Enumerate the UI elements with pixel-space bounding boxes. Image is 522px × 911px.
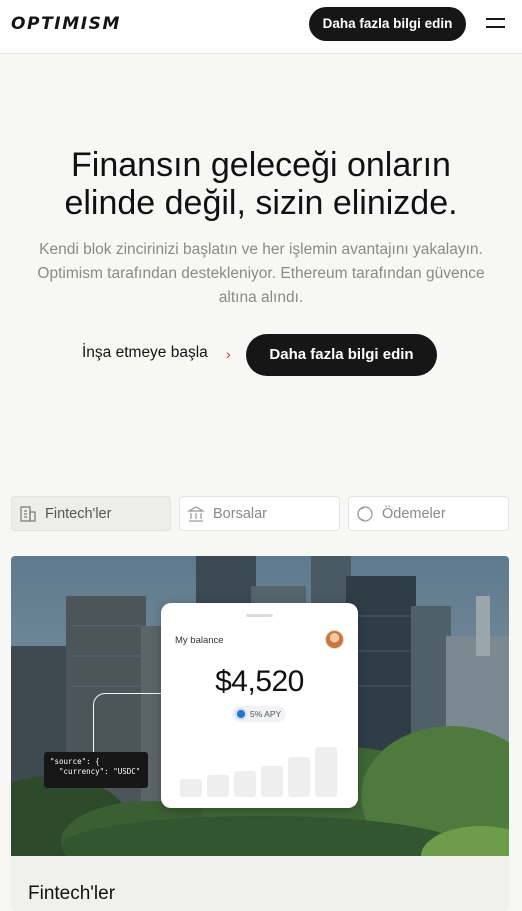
hero-subtitle-line: Optimism tarafından destekleniyor. Ether… (37, 265, 485, 282)
code-snippet: "source": { "currency": "USDC" (44, 752, 148, 788)
balance-bar (288, 757, 310, 797)
tab-label: Ödemeler (382, 506, 446, 522)
tab-label: Borsalar (213, 506, 267, 522)
balance-bar (180, 779, 202, 797)
balance-value: $4,520 (215, 665, 304, 698)
tab-payments[interactable]: Ödemeler (348, 496, 509, 531)
bank-icon (187, 506, 205, 522)
menu-line (486, 18, 505, 20)
balance-phone-mockup: My balance $4,520 5% APY (161, 603, 358, 808)
tab-exchanges[interactable]: Borsalar (179, 496, 340, 531)
balance-bar (234, 771, 256, 797)
chevron-right-icon[interactable]: › (226, 346, 231, 362)
code-line: "source": { (50, 757, 100, 766)
usdc-coin-icon (235, 708, 247, 720)
hero-title-line: Finansın geleceği onların (71, 146, 451, 184)
start-building-link[interactable]: İnşa etmeye başla (82, 344, 208, 362)
hero-subtitle-line: Kendi blok zincirinizi başlatın ve her i… (39, 241, 483, 258)
balance-bar (315, 747, 337, 797)
coin-icon (357, 506, 373, 522)
apy-text: 5% APY (250, 709, 282, 719)
card-title: Fintech'ler (28, 883, 116, 904)
balance-bar (261, 766, 283, 797)
site-header: OPTIMISM Daha fazla bilgi edin (0, 0, 522, 54)
hero-title-line: elinde değil, sizin elinizde. (64, 184, 458, 222)
hero-subtitle: Kendi blok zincirinizi başlatın ve her i… (10, 238, 512, 310)
balance-label: My balance (175, 635, 224, 646)
hamburger-menu-icon[interactable] (484, 14, 508, 34)
balance-bar (207, 775, 229, 797)
learn-more-button[interactable]: Daha fazla bilgi edin (309, 7, 466, 41)
menu-line (486, 26, 505, 28)
tab-label: Fintech'ler (45, 506, 112, 522)
hero-subtitle-line: altına alındı. (218, 289, 304, 306)
fintech-feature-card: "source": { "currency": "USDC" My balanc… (11, 556, 509, 911)
optimism-logo[interactable]: OPTIMISM (11, 14, 121, 34)
apy-badge: 5% APY (232, 706, 286, 722)
hero-title: Finansın geleceği onların elinde değil, … (0, 146, 522, 222)
connector-line (93, 693, 163, 753)
tab-fintechs[interactable]: Fintech'ler (11, 496, 171, 531)
building-icon (20, 506, 36, 522)
code-line: "currency": "USDC" (50, 767, 141, 776)
hero-learn-more-button[interactable]: Daha fazla bilgi edin (246, 334, 437, 376)
avatar (325, 630, 344, 649)
phone-notch (246, 614, 273, 617)
